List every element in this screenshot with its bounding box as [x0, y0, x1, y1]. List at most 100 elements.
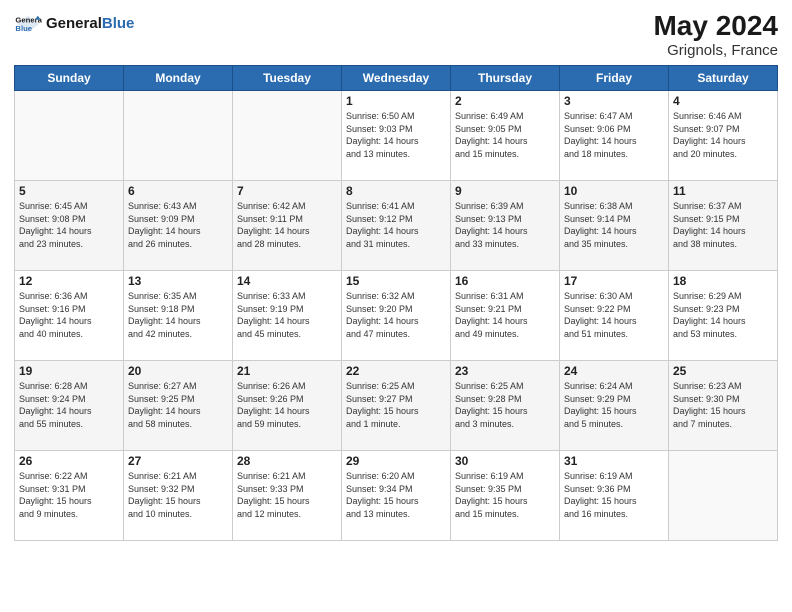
day-info: Sunrise: 6:20 AM Sunset: 9:34 PM Dayligh… — [346, 470, 446, 520]
calendar-cell: 1 Sunrise: 6:50 AM Sunset: 9:03 PM Daylig… — [342, 91, 451, 181]
logo-general: General — [46, 15, 102, 32]
day-info: Sunrise: 6:39 AM Sunset: 9:13 PM Dayligh… — [455, 200, 555, 250]
calendar-week-row: 5 Sunrise: 6:45 AM Sunset: 9:08 PM Daylig… — [15, 181, 778, 271]
day-number: 6 — [128, 184, 228, 198]
day-number: 23 — [455, 364, 555, 378]
calendar-cell: 3 Sunrise: 6:47 AM Sunset: 9:06 PM Daylig… — [560, 91, 669, 181]
calendar-cell: 11 Sunrise: 6:37 AM Sunset: 9:15 PM Dayli… — [669, 181, 778, 271]
day-info: Sunrise: 6:41 AM Sunset: 9:12 PM Dayligh… — [346, 200, 446, 250]
day-number: 31 — [564, 454, 664, 468]
calendar-header-monday: Monday — [124, 66, 233, 91]
day-info: Sunrise: 6:43 AM Sunset: 9:09 PM Dayligh… — [128, 200, 228, 250]
day-info: Sunrise: 6:35 AM Sunset: 9:18 PM Dayligh… — [128, 290, 228, 340]
calendar-cell: 15 Sunrise: 6:32 AM Sunset: 9:20 PM Dayli… — [342, 271, 451, 361]
day-number: 13 — [128, 274, 228, 288]
calendar-cell: 30 Sunrise: 6:19 AM Sunset: 9:35 PM Dayli… — [451, 451, 560, 541]
day-info: Sunrise: 6:36 AM Sunset: 9:16 PM Dayligh… — [19, 290, 119, 340]
calendar-cell: 18 Sunrise: 6:29 AM Sunset: 9:23 PM Dayli… — [669, 271, 778, 361]
day-info: Sunrise: 6:31 AM Sunset: 9:21 PM Dayligh… — [455, 290, 555, 340]
calendar-header-wednesday: Wednesday — [342, 66, 451, 91]
calendar-header-tuesday: Tuesday — [233, 66, 342, 91]
day-number: 29 — [346, 454, 446, 468]
calendar-table: SundayMondayTuesdayWednesdayThursdayFrid… — [14, 65, 778, 541]
day-number: 10 — [564, 184, 664, 198]
day-info: Sunrise: 6:47 AM Sunset: 9:06 PM Dayligh… — [564, 110, 664, 160]
day-info: Sunrise: 6:45 AM Sunset: 9:08 PM Dayligh… — [19, 200, 119, 250]
logo-text-block: GeneralBlue — [46, 16, 134, 33]
calendar-cell: 17 Sunrise: 6:30 AM Sunset: 9:22 PM Dayli… — [560, 271, 669, 361]
calendar-cell: 9Sunrise: 6:39 AM Sunset: 9:13 PM Daylig… — [451, 181, 560, 271]
day-info: Sunrise: 6:25 AM Sunset: 9:27 PM Dayligh… — [346, 380, 446, 430]
calendar-cell: 2 Sunrise: 6:49 AM Sunset: 9:05 PM Daylig… — [451, 91, 560, 181]
title-month: May 2024 — [653, 10, 778, 42]
day-number: 26 — [19, 454, 119, 468]
day-info: Sunrise: 6:32 AM Sunset: 9:20 PM Dayligh… — [346, 290, 446, 340]
calendar-cell: 31 Sunrise: 6:19 AM Sunset: 9:36 PM Dayli… — [560, 451, 669, 541]
calendar-cell — [124, 91, 233, 181]
calendar-header-thursday: Thursday — [451, 66, 560, 91]
day-info: Sunrise: 6:50 AM Sunset: 9:03 PM Dayligh… — [346, 110, 446, 160]
day-number: 17 — [564, 274, 664, 288]
day-number: 5 — [19, 184, 119, 198]
day-info: Sunrise: 6:19 AM Sunset: 9:35 PM Dayligh… — [455, 470, 555, 520]
day-number: 7 — [237, 184, 337, 198]
logo: General Blue GeneralBlue — [14, 10, 134, 38]
calendar-week-row: 12 Sunrise: 6:36 AM Sunset: 9:16 PM Dayli… — [15, 271, 778, 361]
calendar-cell: 8 Sunrise: 6:41 AM Sunset: 9:12 PM Daylig… — [342, 181, 451, 271]
day-info: Sunrise: 6:19 AM Sunset: 9:36 PM Dayligh… — [564, 470, 664, 520]
day-number: 8 — [346, 184, 446, 198]
calendar-cell: 14 Sunrise: 6:33 AM Sunset: 9:19 PM Dayli… — [233, 271, 342, 361]
day-number: 4 — [673, 94, 773, 108]
calendar-cell: 10 Sunrise: 6:38 AM Sunset: 9:14 PM Dayli… — [560, 181, 669, 271]
day-info: Sunrise: 6:37 AM Sunset: 9:15 PM Dayligh… — [673, 200, 773, 250]
day-info: Sunrise: 6:26 AM Sunset: 9:26 PM Dayligh… — [237, 380, 337, 430]
calendar-cell: 4Sunrise: 6:46 AM Sunset: 9:07 PM Daylig… — [669, 91, 778, 181]
day-number: 12 — [19, 274, 119, 288]
header: General Blue GeneralBlue May 2024 Grigno… — [14, 10, 778, 59]
day-number: 18 — [673, 274, 773, 288]
page: General Blue GeneralBlue May 2024 Grigno… — [0, 0, 792, 612]
day-number: 15 — [346, 274, 446, 288]
calendar-cell: 22Sunrise: 6:25 AM Sunset: 9:27 PM Dayli… — [342, 361, 451, 451]
calendar-cell: 13 Sunrise: 6:35 AM Sunset: 9:18 PM Dayli… — [124, 271, 233, 361]
calendar-cell: 19Sunrise: 6:28 AM Sunset: 9:24 PM Dayli… — [15, 361, 124, 451]
calendar-week-row: 26Sunrise: 6:22 AM Sunset: 9:31 PM Dayli… — [15, 451, 778, 541]
day-number: 1 — [346, 94, 446, 108]
day-info: Sunrise: 6:49 AM Sunset: 9:05 PM Dayligh… — [455, 110, 555, 160]
calendar-header-friday: Friday — [560, 66, 669, 91]
calendar-cell: 23 Sunrise: 6:25 AM Sunset: 9:28 PM Dayli… — [451, 361, 560, 451]
day-number: 11 — [673, 184, 773, 198]
calendar-cell: 21 Sunrise: 6:26 AM Sunset: 9:26 PM Dayli… — [233, 361, 342, 451]
day-number: 14 — [237, 274, 337, 288]
calendar-cell: 24Sunrise: 6:24 AM Sunset: 9:29 PM Dayli… — [560, 361, 669, 451]
svg-text:Blue: Blue — [15, 24, 32, 33]
calendar-cell: 16Sunrise: 6:31 AM Sunset: 9:21 PM Dayli… — [451, 271, 560, 361]
calendar-header-sunday: Sunday — [15, 66, 124, 91]
day-info: Sunrise: 6:21 AM Sunset: 9:33 PM Dayligh… — [237, 470, 337, 520]
day-info: Sunrise: 6:21 AM Sunset: 9:32 PM Dayligh… — [128, 470, 228, 520]
day-info: Sunrise: 6:30 AM Sunset: 9:22 PM Dayligh… — [564, 290, 664, 340]
calendar-cell: 25Sunrise: 6:23 AM Sunset: 9:30 PM Dayli… — [669, 361, 778, 451]
day-number: 2 — [455, 94, 555, 108]
day-info: Sunrise: 6:29 AM Sunset: 9:23 PM Dayligh… — [673, 290, 773, 340]
day-number: 28 — [237, 454, 337, 468]
calendar-cell — [233, 91, 342, 181]
day-info: Sunrise: 6:25 AM Sunset: 9:28 PM Dayligh… — [455, 380, 555, 430]
day-info: Sunrise: 6:33 AM Sunset: 9:19 PM Dayligh… — [237, 290, 337, 340]
day-number: 24 — [564, 364, 664, 378]
logo-blue: Blue — [102, 15, 135, 32]
day-info: Sunrise: 6:42 AM Sunset: 9:11 PM Dayligh… — [237, 200, 337, 250]
day-number: 3 — [564, 94, 664, 108]
calendar-cell: 26Sunrise: 6:22 AM Sunset: 9:31 PM Dayli… — [15, 451, 124, 541]
day-number: 27 — [128, 454, 228, 468]
calendar-week-row: 1 Sunrise: 6:50 AM Sunset: 9:03 PM Daylig… — [15, 91, 778, 181]
calendar-cell — [669, 451, 778, 541]
day-number: 20 — [128, 364, 228, 378]
day-number: 19 — [19, 364, 119, 378]
day-info: Sunrise: 6:38 AM Sunset: 9:14 PM Dayligh… — [564, 200, 664, 250]
calendar-cell: 12 Sunrise: 6:36 AM Sunset: 9:16 PM Dayli… — [15, 271, 124, 361]
calendar-cell: 5 Sunrise: 6:45 AM Sunset: 9:08 PM Daylig… — [15, 181, 124, 271]
day-number: 30 — [455, 454, 555, 468]
day-number: 21 — [237, 364, 337, 378]
calendar-week-row: 19Sunrise: 6:28 AM Sunset: 9:24 PM Dayli… — [15, 361, 778, 451]
